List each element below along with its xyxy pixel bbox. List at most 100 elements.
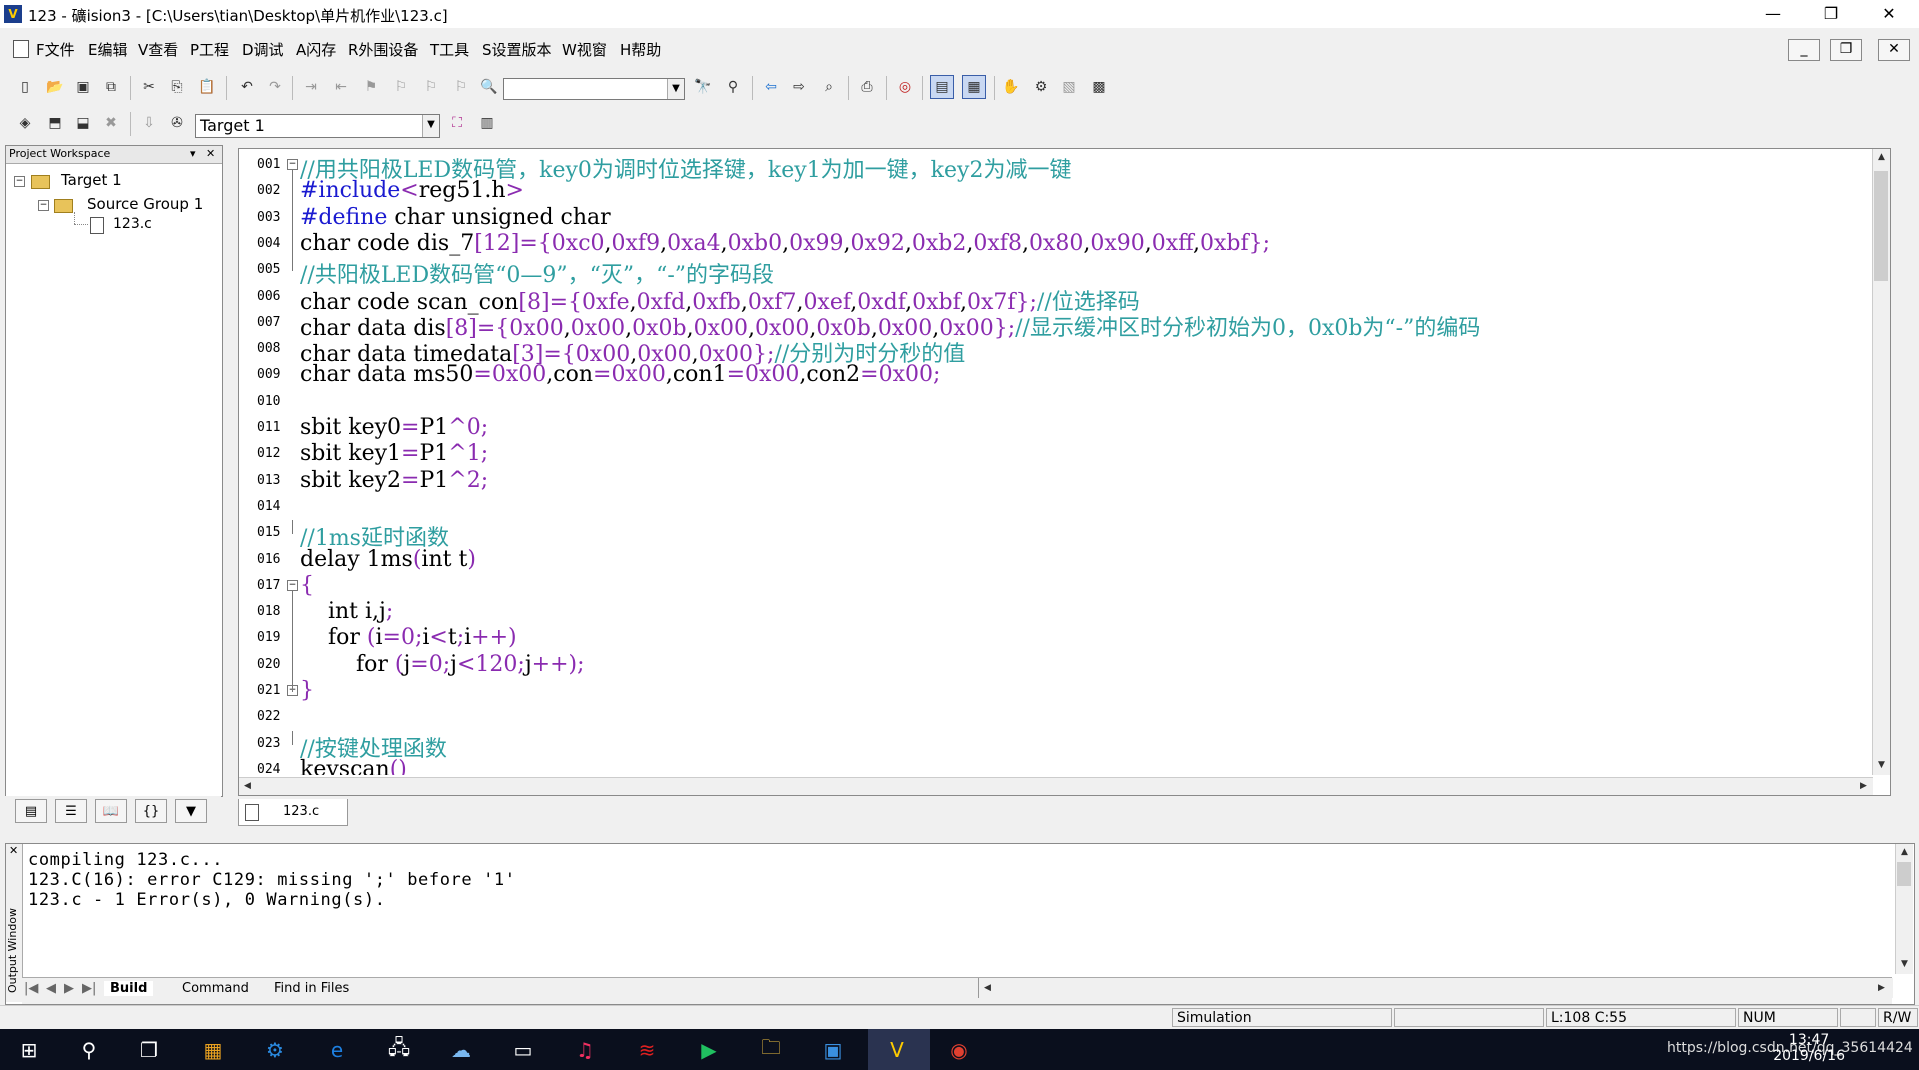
disk-app-icon[interactable]: ▭ [508,1035,538,1065]
browse-icon[interactable]: ⌕ [818,76,840,98]
open-folder-icon[interactable]: 📂 [44,76,66,98]
build-target-icon[interactable]: ⬒ [44,112,66,134]
device-database-icon[interactable]: ▥ [476,112,498,134]
mdi-close-button[interactable]: ✕ [1878,39,1910,61]
target-options-icon[interactable]: ✇ [166,112,188,134]
output-vertical-scrollbar[interactable]: ▲ ▼ [1895,844,1913,974]
new-file-icon[interactable]: ▯ [14,76,36,98]
unindent-icon[interactable]: ⇤ [330,76,352,98]
paste-icon[interactable]: 📋 [196,76,218,98]
menu-project[interactable]: P工程 [190,39,229,60]
cut-icon[interactable]: ✂ [138,76,160,98]
menu-debug[interactable]: D调试 [242,39,284,60]
chevron-down-icon[interactable]: ▼ [667,79,684,99]
tab-nav-last-icon[interactable]: ▶| [82,981,96,996]
menu-window[interactable]: W视窗 [562,39,607,60]
output-horizontal-scrollbar[interactable]: ◀ ▶ [978,978,1893,998]
incremental-find-icon[interactable]: ⚲ [722,76,744,98]
tab-command[interactable]: Command [182,981,249,996]
rebuild-all-icon[interactable]: ⬓ [72,112,94,134]
scrollbar-thumb[interactable] [1897,862,1911,886]
bookmark-clear-icon[interactable]: ⚐ [450,76,472,98]
mdi-minimize-button[interactable]: _ [1788,39,1820,61]
scroll-left-icon[interactable]: ◀ [239,778,256,795]
expand-toggle-icon[interactable]: − [38,200,49,211]
books-tab-icon[interactable]: 📖 [95,799,127,823]
save-icon[interactable]: ▣ [72,76,94,98]
store-icon[interactable]: ▦ [198,1035,228,1065]
configure-icon[interactable]: ▧ [1058,76,1080,98]
menu-peripherals[interactable]: R外围设备 [348,39,418,60]
menu-tools[interactable]: T工具 [430,39,469,60]
tree-item-target[interactable]: Target 1 [61,171,122,189]
bookmark-prev-icon[interactable]: ⚐ [390,76,412,98]
save-all-icon[interactable]: ⧉ [100,76,122,98]
tab-build[interactable]: Build [104,981,154,996]
workspace-window-icon[interactable]: ▤ [930,75,954,99]
close-icon[interactable]: ✕ [206,147,215,160]
scrollbar-thumb[interactable] [1874,171,1888,281]
menu-svcs[interactable]: S设置版本 [482,39,552,60]
windows-start-icon[interactable]: ⊞ [14,1035,44,1065]
menu-flash[interactable]: A闪存 [296,39,336,60]
music-app-icon[interactable]: ♫ [570,1035,600,1065]
scroll-right-icon[interactable]: ▶ [1873,980,1890,997]
bookmark-toggle-icon[interactable]: ⚑ [360,76,382,98]
scroll-down-icon[interactable]: ▼ [1896,956,1913,973]
find-icon[interactable]: 🔭 [692,76,714,98]
functions-tab-icon[interactable]: {} [135,799,167,823]
mdi-restore-button[interactable]: ❐ [1830,39,1862,61]
find-in-files-icon[interactable]: 🔍 [478,76,500,98]
chrome-browser-icon[interactable]: ◉ [944,1035,974,1065]
edge-browser-icon[interactable]: e [322,1035,352,1065]
tab-find-in-files[interactable]: Find in Files [274,981,349,996]
expand-toggle-icon[interactable]: − [14,176,25,187]
navigate-back-icon[interactable]: ⇦ [760,76,782,98]
output-window-icon[interactable]: ▦ [962,75,986,99]
scroll-left-icon[interactable]: ◀ [979,980,996,997]
scroll-down-icon[interactable]: ▼ [1873,757,1890,774]
file-explorer-icon[interactable]: 🗀 [756,1035,786,1065]
clock[interactable]: 13:47 2019/6/16 [1773,1032,1845,1064]
pin-icon[interactable]: ▾ [190,147,196,160]
download-icon[interactable]: ⇩ [138,112,160,134]
network-app-icon[interactable]: 🖧 [384,1035,414,1065]
search-icon[interactable]: ⚲ [74,1035,104,1065]
options-icon[interactable]: ▩ [1088,76,1110,98]
find-combobox[interactable]: ▼ [503,78,685,100]
print-icon[interactable]: ⎙ [856,76,878,98]
task-view-icon[interactable]: ❐ [134,1035,164,1065]
components-icon[interactable]: ⛶ [446,112,468,134]
stop-build-icon[interactable]: ✖ [100,112,122,134]
close-button[interactable]: ✕ [1858,0,1919,28]
cloud-app-icon[interactable]: ☁ [446,1035,476,1065]
tab-nav-next-icon[interactable]: ▶ [64,981,74,996]
tab-nav-prev-icon[interactable]: ◀ [46,981,56,996]
debug-session-icon[interactable]: ◎ [894,76,916,98]
code-area[interactable]: //用共阳极LED数码管，key0为调时位选择键，key1为加一键，key2为减… [239,149,1873,775]
office-app-icon[interactable]: ▣ [818,1035,848,1065]
chevron-down-icon[interactable]: ▼ [422,115,439,137]
copy-icon[interactable]: ⎘ [166,76,188,98]
scroll-up-icon[interactable]: ▲ [1873,149,1890,166]
bookmark-next-icon[interactable]: ⚐ [420,76,442,98]
video-app-icon[interactable]: ▶ [694,1035,724,1065]
tree-item-source-group[interactable]: Source Group 1 [87,195,203,213]
menu-view[interactable]: V查看 [138,39,178,60]
tab-123c[interactable]: 123.c [238,799,348,826]
tree-item-file[interactable]: 123.c [113,216,152,232]
close-icon[interactable]: ✕ [9,844,18,857]
vertical-scrollbar[interactable]: ▲ ▼ [1872,149,1890,775]
files-tab-icon[interactable]: ▤ [15,799,47,823]
signal-app-icon[interactable]: ≋ [632,1035,662,1065]
hand-icon[interactable]: ✋ [1000,76,1022,98]
uvision-taskbar-icon[interactable]: V [882,1035,912,1065]
translate-icon[interactable]: ◈ [14,112,36,134]
target-select[interactable]: Target 1 ▼ [195,114,440,138]
restore-button[interactable]: ❐ [1800,0,1862,28]
undo-icon[interactable]: ↶ [236,76,258,98]
tab-nav-first-icon[interactable]: |◀ [24,981,38,996]
minimize-button[interactable]: — [1742,0,1804,28]
settings-icon[interactable]: ⚙ [1030,76,1052,98]
scroll-right-icon[interactable]: ▶ [1855,778,1872,795]
